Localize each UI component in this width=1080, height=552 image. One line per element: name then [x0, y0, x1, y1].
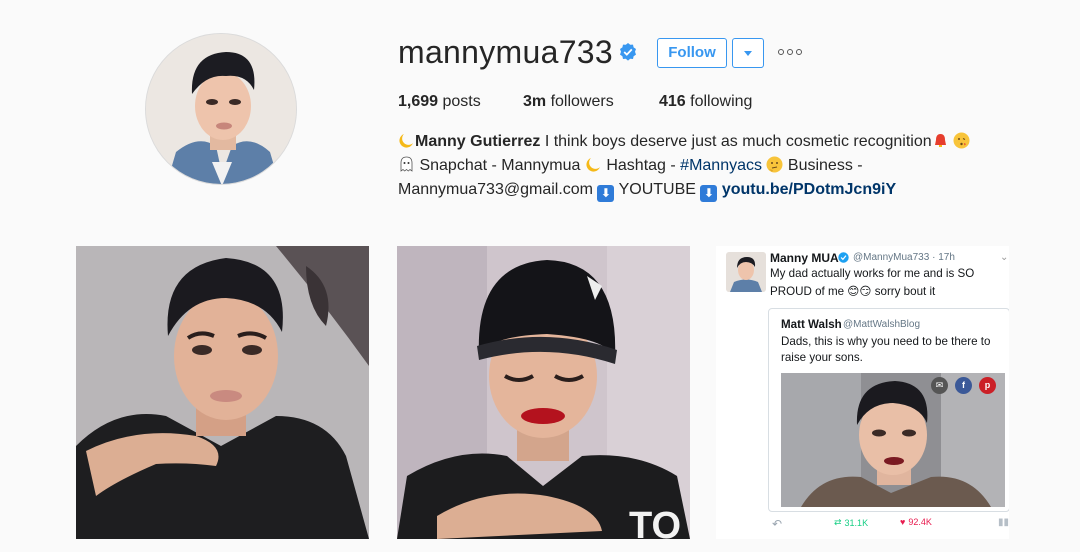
tweet-author-name: Manny MUA: [770, 251, 839, 265]
bio-business: Business -: [787, 157, 863, 174]
bio-email: Mannymua733@gmail.com: [398, 181, 593, 198]
retweet-action[interactable]: ⇄ 31.1K: [834, 517, 868, 528]
bio-line1: I think boys deserve just as much cosmet…: [544, 133, 932, 150]
verified-badge-icon: [838, 252, 849, 263]
like-action[interactable]: ♥ 92.4K: [900, 517, 932, 527]
tweet-author-avatar: [726, 252, 766, 292]
following-count-label: following: [690, 93, 753, 110]
quoted-tweet-text: Dads, this is why you need to be there t…: [781, 335, 991, 364]
followers-count-value: 3m: [523, 93, 547, 110]
posts-count: 1,699 posts: [398, 92, 523, 112]
chevron-down-icon: [744, 51, 752, 56]
chevron-down-icon: ⌄: [1000, 252, 1009, 263]
bio-snapchat: Snapchat - Mannymua: [419, 157, 581, 174]
follow-button[interactable]: Follow: [657, 38, 727, 68]
bio-hashtag-prefix: Hashtag -: [606, 157, 676, 174]
quoted-tweet-image: ✉ f p: [781, 373, 1005, 507]
bio-external-link[interactable]: youtu.be/PDotmJcn9iY: [722, 181, 896, 198]
post-thumbnail-1[interactable]: [76, 246, 369, 539]
quoted-tweet-author-handle: @MattWalshBlog: [843, 319, 921, 330]
tweet-author-handle: @MannyMua733 · 17h: [853, 252, 955, 263]
down-arrow-emoji-icon: ⬇: [597, 185, 615, 202]
post-thumbnail-3-tweet[interactable]: Manny MUA @MannyMua733 · 17h ⌄ My dad ac…: [716, 246, 1009, 539]
followers-count-label: followers: [550, 93, 614, 110]
tweet-actions: ↶ ⇄ 31.1K ♥ 92.4K ▮▮: [716, 514, 1009, 534]
down-arrow-emoji-icon: ⬇: [700, 185, 718, 202]
facebook-share-icon[interactable]: f: [955, 377, 972, 394]
kiss-emoji-icon: [953, 132, 970, 149]
profile-avatar[interactable]: [145, 33, 297, 185]
followers-link[interactable]: 3m followers: [523, 92, 659, 112]
svg-text:TO: TO: [629, 505, 681, 539]
bio-youtube: YOUTUBE: [618, 181, 696, 198]
suggestions-dropdown-button[interactable]: [732, 38, 764, 68]
bio-hashtag-link[interactable]: #Mannyacs: [680, 157, 762, 174]
following-count-value: 416: [659, 93, 686, 110]
bio-full-name: Manny Gutierrez: [415, 133, 541, 150]
retweet-icon: ⇄: [834, 517, 842, 527]
post-thumbnail-2[interactable]: TO: [397, 246, 690, 539]
like-count: 92.4K: [908, 517, 932, 527]
thinking-emoji-icon: [766, 156, 783, 173]
moon-emoji-icon: [585, 156, 602, 173]
quoted-tweet: Matt Walsh @MattWalshBlog Dads, this is …: [768, 308, 1009, 512]
reply-icon[interactable]: ↶: [772, 517, 782, 531]
profile-username: mannymua733: [398, 34, 613, 70]
posts-count-label: posts: [442, 93, 481, 110]
analytics-icon[interactable]: ▮▮: [998, 517, 1009, 528]
bell-emoji-icon: [932, 132, 949, 149]
pinterest-share-icon[interactable]: p: [979, 377, 996, 394]
tweet-text: My dad actually works for me and is SO P…: [770, 267, 975, 298]
quoted-tweet-author-name: Matt Walsh: [781, 318, 842, 331]
email-share-icon[interactable]: ✉: [931, 377, 948, 394]
more-options-icon[interactable]: [778, 45, 806, 59]
ghost-emoji-icon: [398, 156, 415, 173]
verified-badge-icon: [620, 43, 636, 61]
profile-bio: Manny Gutierrez I think boys deserve jus…: [398, 130, 1018, 202]
heart-icon: ♥: [900, 517, 906, 527]
profile-stats: 1,699 posts 3m followers 416 following: [398, 92, 752, 112]
retweet-count: 31.1K: [844, 517, 869, 528]
posts-count-value: 1,699: [398, 93, 439, 110]
following-link[interactable]: 416 following: [659, 92, 752, 112]
moon-emoji-icon: [398, 132, 415, 149]
